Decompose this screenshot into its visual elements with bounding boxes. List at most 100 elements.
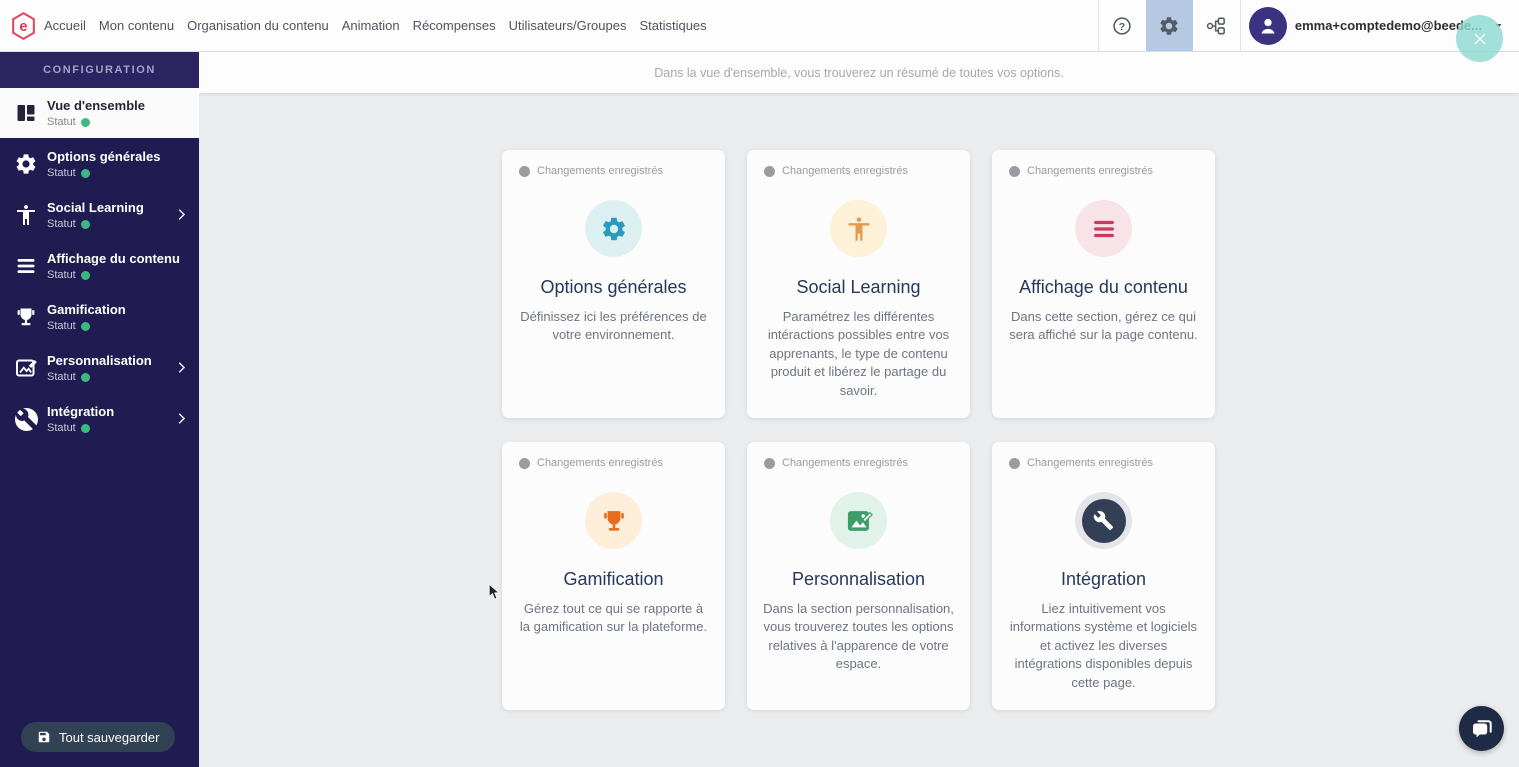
status-row: Statut: [47, 167, 160, 179]
person-icon: [13, 202, 39, 228]
status-dot-icon: [81, 118, 90, 127]
sidebar-item-label: Options générales: [47, 149, 160, 165]
status-dot-icon: [81, 424, 90, 433]
card-options-generales[interactable]: Changements enregistrés Options générale…: [502, 150, 725, 418]
sidebar-item-social-learning[interactable]: Social Learning Statut: [0, 190, 199, 240]
dashboard-icon: [13, 100, 39, 126]
status-row: Statut: [47, 218, 144, 230]
gear-icon: [585, 200, 642, 257]
menu-lines-icon: [13, 253, 39, 279]
chevron-right-icon: [174, 411, 189, 426]
sidebar-item-vue-densemble[interactable]: Vue d'ensemble Statut: [0, 88, 199, 138]
saved-changes-badge: Changements enregistrés: [519, 165, 663, 177]
sidebar-item-personnalisation[interactable]: Personnalisation Statut: [0, 343, 199, 393]
status-dot-icon: [764, 458, 775, 469]
saved-changes-badge: Changements enregistrés: [764, 165, 908, 177]
trophy-icon: [585, 492, 642, 549]
help-button[interactable]: [1099, 0, 1146, 51]
share-icon: [1205, 15, 1227, 37]
app-logo[interactable]: [10, 11, 37, 41]
nav-recompenses[interactable]: Récompenses: [413, 18, 496, 33]
avatar: [1249, 7, 1287, 45]
card-personnalisation[interactable]: Changements enregistrés Personnalisation…: [747, 442, 970, 710]
gear-icon: [1158, 15, 1180, 37]
sidebar-item-label: Gamification: [47, 302, 126, 318]
person-icon: [1257, 15, 1279, 37]
status-row: Statut: [47, 422, 114, 434]
card-title: Social Learning: [747, 277, 970, 298]
card-gamification[interactable]: Changements enregistrés Gamification Gér…: [502, 442, 725, 710]
status-dot-icon: [81, 169, 90, 178]
close-icon: [1471, 30, 1489, 48]
status-dot-icon: [81, 220, 90, 229]
status-dot-icon: [1009, 458, 1020, 469]
nav-accueil[interactable]: Accueil: [44, 18, 86, 33]
gear-icon: [13, 151, 39, 177]
status-dot-icon: [81, 373, 90, 382]
card-title: Personnalisation: [747, 569, 970, 590]
status-dot-icon: [81, 271, 90, 280]
save-all-button[interactable]: Tout sauvegarder: [21, 722, 175, 752]
nav-animation[interactable]: Animation: [342, 18, 400, 33]
sidebar-item-label: Social Learning: [47, 200, 144, 216]
close-overlay-button[interactable]: [1456, 15, 1503, 62]
card-description: Liez intuitivement vos informations syst…: [992, 600, 1215, 692]
status-row: Statut: [47, 269, 180, 281]
image-edit-icon: [13, 355, 39, 381]
account-email: emma+comptedemo@beede...: [1295, 18, 1482, 33]
settings-button[interactable]: [1146, 0, 1193, 51]
sidebar-item-gamification[interactable]: Gamification Statut: [0, 292, 199, 342]
help-icon: [1111, 15, 1133, 37]
info-banner-text: Dans la vue d'ensemble, vous trouverez u…: [654, 66, 1064, 80]
card-affichage-du-contenu[interactable]: Changements enregistrés Affichage du con…: [992, 150, 1215, 418]
chat-launcher-button[interactable]: [1459, 706, 1504, 751]
trophy-icon: [13, 304, 39, 330]
card-description: Définissez ici les préférences de votre …: [502, 308, 725, 345]
card-description: Paramétrez les différentes intéractions …: [747, 308, 970, 400]
card-integration[interactable]: Changements enregistrés Intégration Liez…: [992, 442, 1215, 710]
sidebar-item-integration[interactable]: Intégration Statut: [0, 394, 199, 444]
chat-icon: [1470, 717, 1494, 741]
mouse-cursor: [488, 583, 503, 603]
nav-organisation-du-contenu[interactable]: Organisation du contenu: [187, 18, 329, 33]
saved-changes-badge: Changements enregistrés: [1009, 457, 1153, 469]
card-title: Gamification: [502, 569, 725, 590]
nav-mon-contenu[interactable]: Mon contenu: [99, 18, 174, 33]
main-nav: Accueil Mon contenu Organisation du cont…: [44, 18, 707, 33]
status-dot-icon: [1009, 166, 1020, 177]
image-edit-icon: [830, 492, 887, 549]
saved-changes-badge: Changements enregistrés: [1009, 165, 1153, 177]
sidebar-item-options-generales[interactable]: Options générales Statut: [0, 139, 199, 189]
nav-utilisateurs-groupes[interactable]: Utilisateurs/Groupes: [509, 18, 627, 33]
chevron-right-icon: [174, 360, 189, 375]
person-icon: [830, 200, 887, 257]
info-banner: Dans la vue d'ensemble, vous trouverez u…: [199, 52, 1519, 93]
nav-statistiques[interactable]: Statistiques: [639, 18, 706, 33]
overview-card-grid: Changements enregistrés Options générale…: [502, 150, 1215, 710]
status-row: Statut: [47, 116, 145, 128]
status-dot-icon: [519, 458, 530, 469]
card-title: Intégration: [992, 569, 1215, 590]
share-button[interactable]: [1193, 0, 1240, 51]
card-description: Dans la section personnalisation, vous t…: [747, 600, 970, 674]
status-dot-icon: [519, 166, 530, 177]
status-row: Statut: [47, 371, 152, 383]
top-header: Accueil Mon contenu Organisation du cont…: [0, 0, 1519, 52]
menu-lines-icon: [1075, 200, 1132, 257]
wrench-icon: [1075, 492, 1132, 549]
sidebar: CONFIGURATION Vue d'ensemble Statut Opti…: [0, 52, 199, 767]
card-description: Gérez tout ce qui se rapporte à la gamif…: [502, 600, 725, 637]
card-description: Dans cette section, gérez ce qui sera af…: [992, 308, 1215, 345]
status-dot-icon: [81, 322, 90, 331]
card-title: Affichage du contenu: [992, 277, 1215, 298]
saved-changes-badge: Changements enregistrés: [764, 457, 908, 469]
card-social-learning[interactable]: Changements enregistrés Social Learning …: [747, 150, 970, 418]
sidebar-item-label: Vue d'ensemble: [47, 98, 145, 114]
status-row: Statut: [47, 320, 126, 332]
sidebar-item-label: Personnalisation: [47, 353, 152, 369]
card-title: Options générales: [502, 277, 725, 298]
save-icon: [37, 730, 51, 744]
sidebar-item-affichage-du-contenu[interactable]: Affichage du contenu Statut: [0, 241, 199, 291]
sidebar-item-label: Intégration: [47, 404, 114, 420]
saved-changes-badge: Changements enregistrés: [519, 457, 663, 469]
